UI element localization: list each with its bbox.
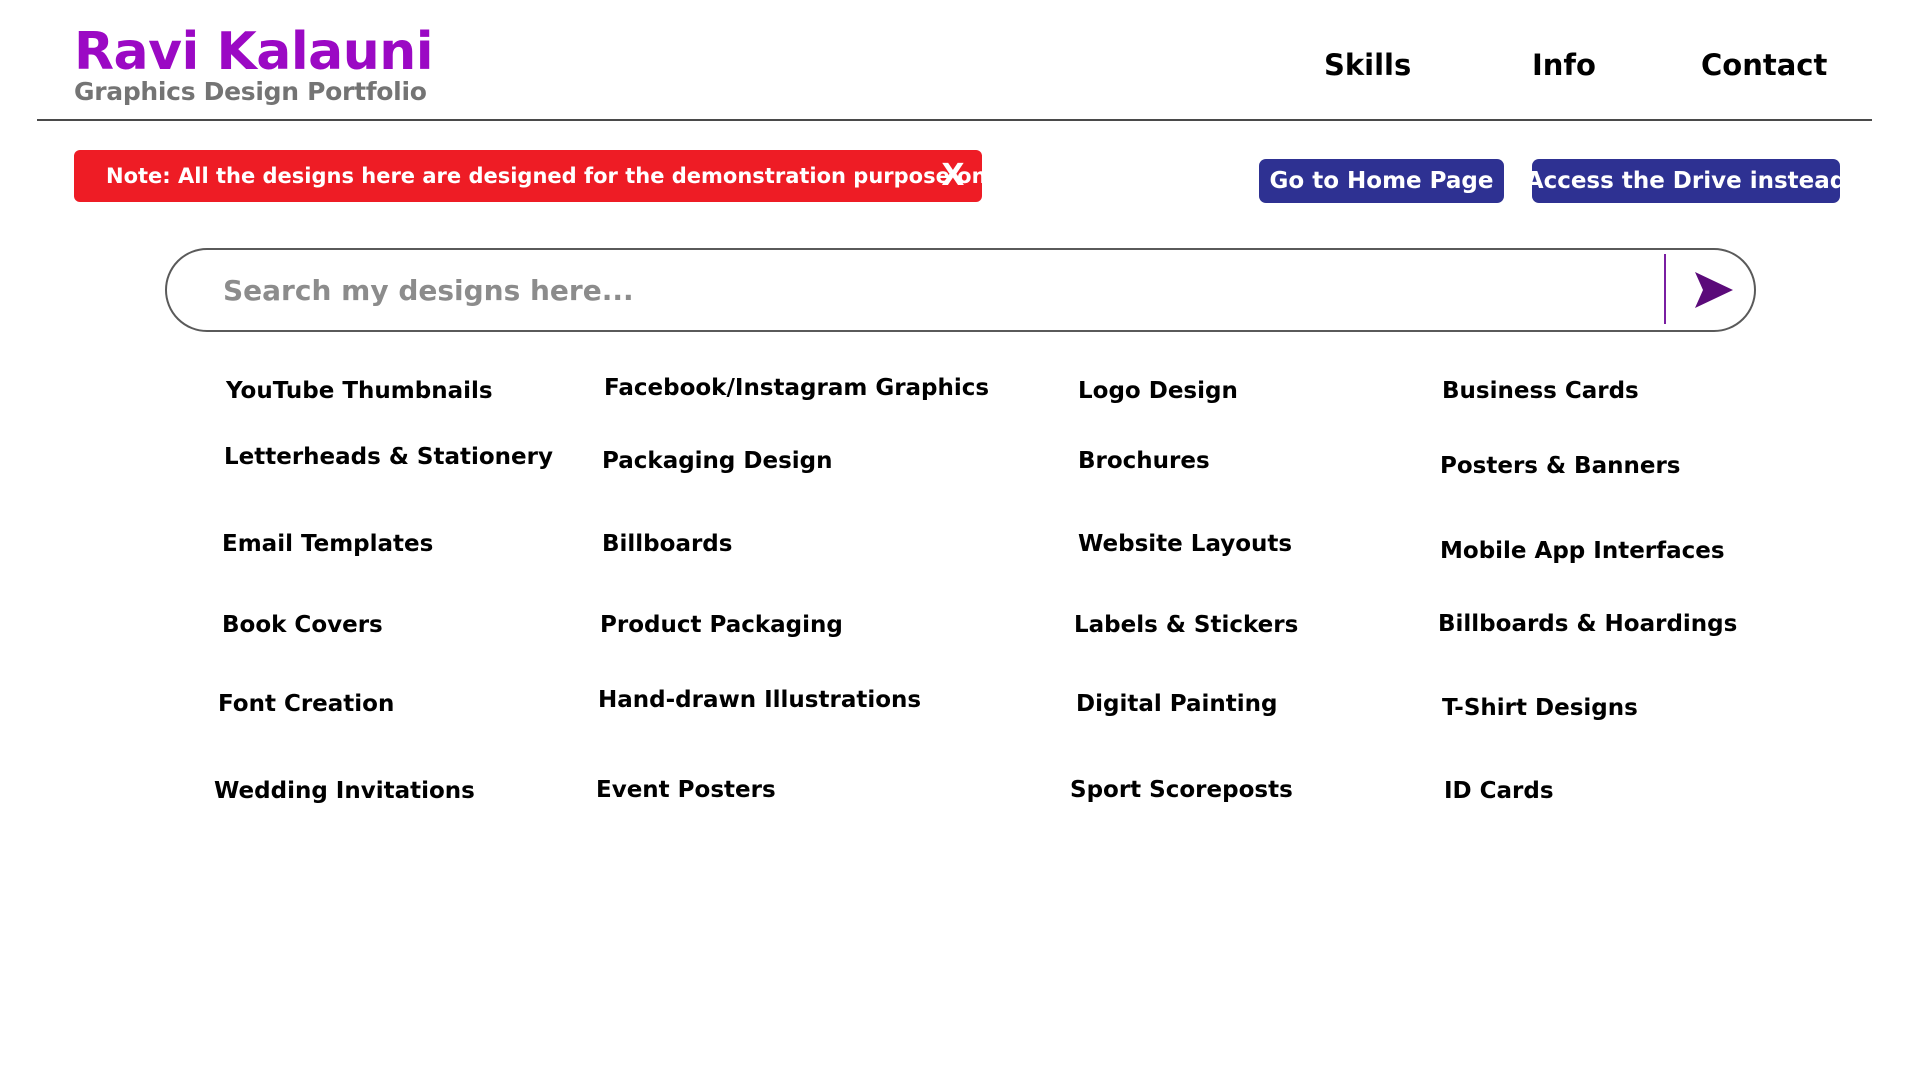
search-input[interactable]: [223, 264, 1623, 316]
category-business-cards[interactable]: Business Cards: [1442, 377, 1639, 405]
nav-link-skills[interactable]: Skills: [1324, 48, 1411, 82]
category-id-cards[interactable]: ID Cards: [1444, 777, 1554, 805]
page: Ravi Kalauni Graphics Design Portfolio S…: [0, 0, 1920, 1080]
category-letterheads-stationery[interactable]: Letterheads & Stationery: [224, 443, 553, 471]
nav-link-contact[interactable]: Contact: [1701, 48, 1827, 82]
category-billboards[interactable]: Billboards: [602, 530, 732, 558]
close-note-button[interactable]: X: [938, 157, 968, 195]
demo-note-banner: Note: All the designs here are designed …: [74, 150, 1007, 202]
brand-name: Ravi Kalauni: [74, 22, 434, 82]
category-billboards-hoardings[interactable]: Billboards & Hoardings: [1438, 610, 1737, 638]
search-bar: [165, 248, 1756, 332]
category-wedding-invitations[interactable]: Wedding Invitations: [214, 777, 475, 805]
category-facebook-instagram-graphics[interactable]: Facebook/Instagram Graphics: [604, 374, 989, 402]
category-sport-scoreposts[interactable]: Sport Scoreposts: [1070, 776, 1293, 804]
home-page-button[interactable]: Go to Home Page: [1259, 159, 1504, 203]
category-hand-drawn-illustrations[interactable]: Hand-drawn Illustrations: [598, 686, 921, 714]
brand[interactable]: Ravi Kalauni Graphics Design Portfolio: [74, 22, 434, 106]
send-icon: [1695, 272, 1733, 308]
category-logo-design[interactable]: Logo Design: [1078, 377, 1238, 405]
brand-subtitle: Graphics Design Portfolio: [74, 77, 427, 106]
category-font-creation[interactable]: Font Creation: [218, 690, 394, 718]
drive-access-button[interactable]: Access the Drive instead: [1526, 159, 1846, 203]
category-product-packaging[interactable]: Product Packaging: [600, 611, 843, 639]
category-youtube-thumbnails[interactable]: YouTube Thumbnails: [226, 377, 493, 405]
search-submit-button[interactable]: [1687, 264, 1739, 316]
category-brochures[interactable]: Brochures: [1078, 447, 1210, 475]
nav-link-info[interactable]: Info: [1532, 48, 1596, 82]
category-mobile-app-interfaces[interactable]: Mobile App Interfaces: [1440, 537, 1725, 565]
category-posters-banners[interactable]: Posters & Banners: [1440, 452, 1680, 480]
note-text: Note: All the designs here are designed …: [106, 164, 1008, 188]
header-divider: [37, 119, 1872, 121]
category-labels-stickers[interactable]: Labels & Stickers: [1074, 611, 1298, 639]
category-email-templates[interactable]: Email Templates: [222, 530, 433, 558]
category-packaging-design[interactable]: Packaging Design: [602, 447, 833, 475]
category-book-covers[interactable]: Book Covers: [222, 611, 383, 639]
category-website-layouts[interactable]: Website Layouts: [1078, 530, 1292, 558]
category-t-shirt-designs[interactable]: T-Shirt Designs: [1442, 694, 1638, 722]
category-event-posters[interactable]: Event Posters: [596, 776, 776, 804]
category-digital-painting[interactable]: Digital Painting: [1076, 690, 1277, 718]
search-divider: [1664, 254, 1666, 324]
